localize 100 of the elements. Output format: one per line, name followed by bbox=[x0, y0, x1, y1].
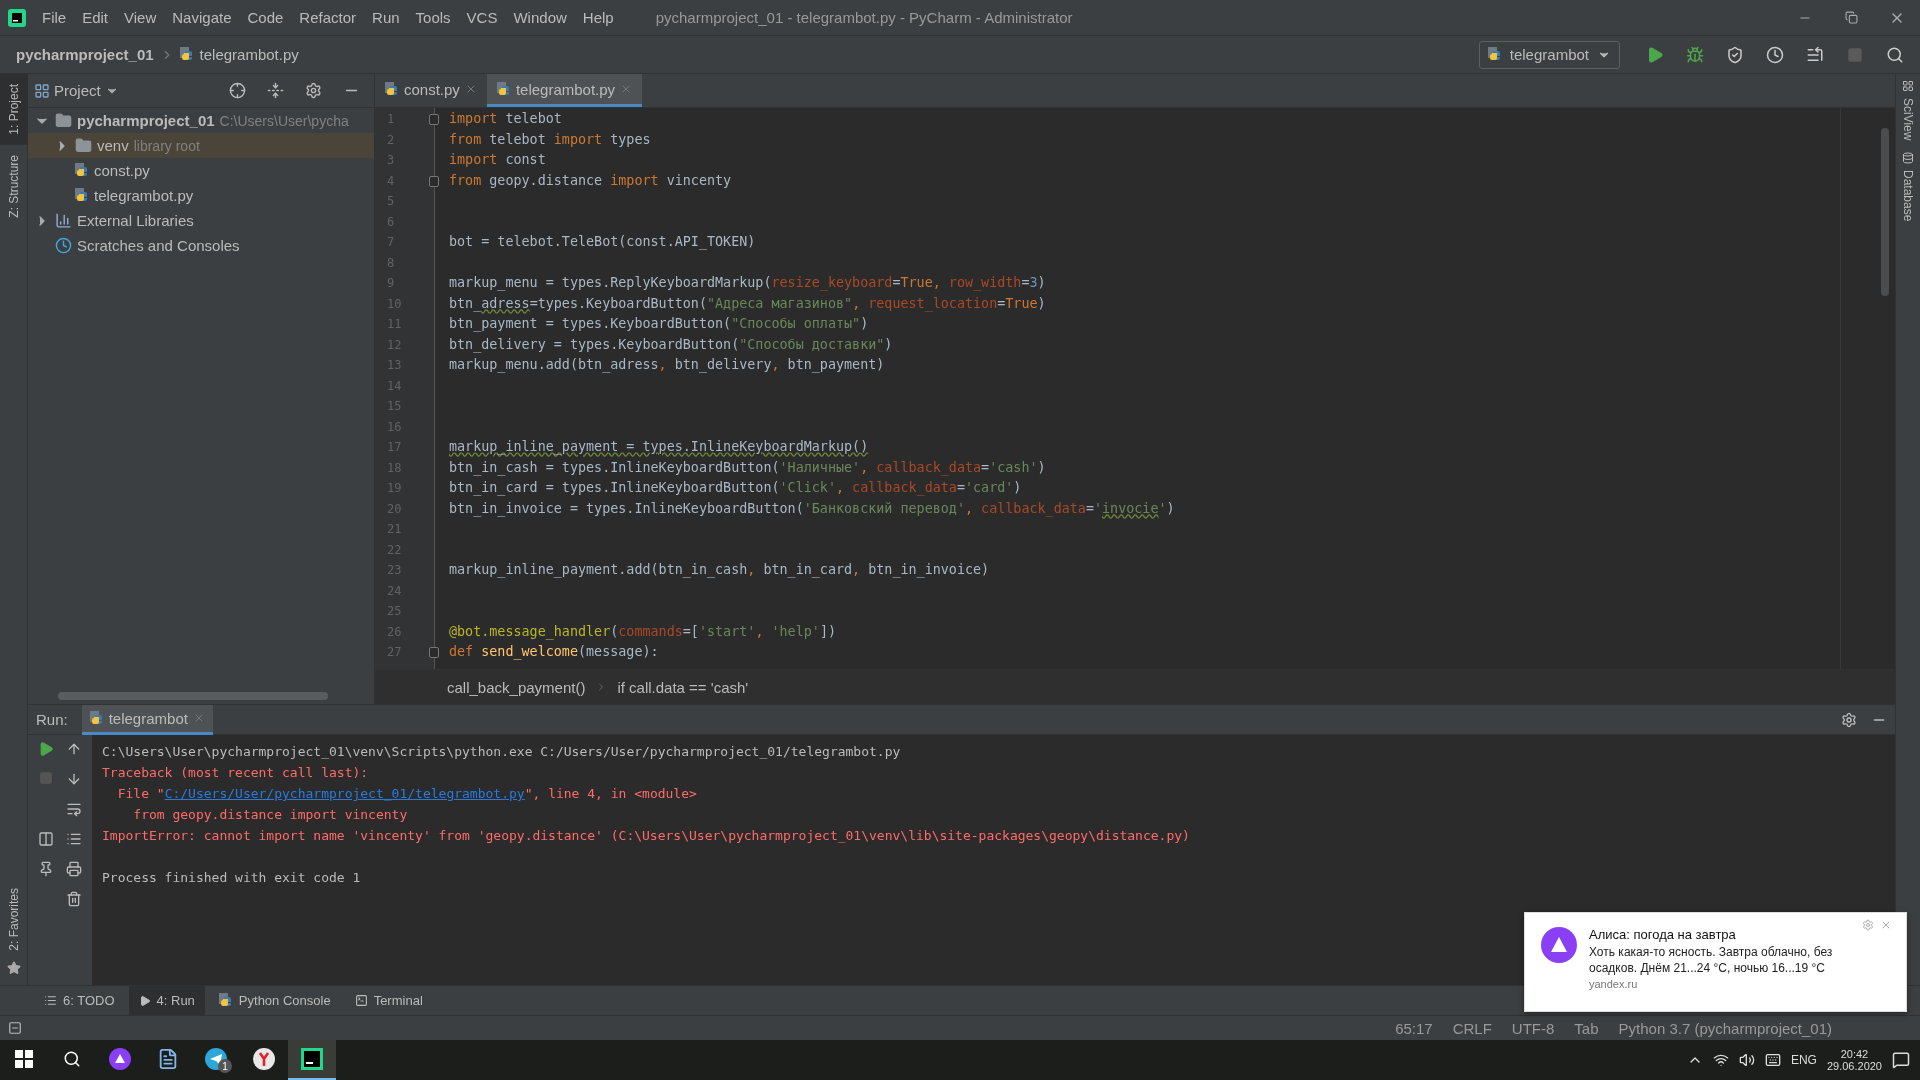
tree-label: const.py bbox=[94, 162, 150, 179]
side-tab[interactable]: Database bbox=[1901, 146, 1915, 228]
code-line: def send_welcome(message): bbox=[435, 642, 1895, 663]
clock[interactable]: 20:42 29.06.2020 bbox=[1826, 1048, 1882, 1072]
code-line: import telebot bbox=[435, 109, 1895, 130]
notepad-icon[interactable] bbox=[157, 1048, 179, 1070]
list-icon bbox=[44, 994, 57, 1007]
tree-label: External Libraries bbox=[77, 212, 194, 229]
tree-label: pycharmproject_01 bbox=[77, 112, 215, 129]
python-file-icon bbox=[179, 47, 194, 62]
keyboard-icon[interactable] bbox=[1764, 1052, 1781, 1068]
code-line: markup_inline_payment.add(btn_in_cash, btn_in_card, btn_in_invoice) bbox=[448, 561, 991, 580]
code-line: @bot.message_handler(commands=['start', 'help']) bbox=[448, 622, 837, 642]
wifi-icon[interactable] bbox=[1712, 1052, 1729, 1068]
status-item[interactable]: Tab bbox=[1574, 1019, 1599, 1037]
tree-item[interactable]: telegrambot.py bbox=[28, 183, 374, 208]
ide-icon[interactable] bbox=[301, 1048, 323, 1070]
notification-title: Алиса: погода на завтра bbox=[1589, 927, 1737, 942]
menu-item[interactable]: View bbox=[116, 9, 165, 26]
code-line: from telebot import types bbox=[448, 130, 652, 149]
breadcrumb-file[interactable]: telegrambot.py bbox=[199, 46, 299, 63]
run-tab[interactable]: telegrambot bbox=[81, 704, 213, 735]
grid-icon bbox=[1902, 80, 1914, 92]
side-tab[interactable]: 2: Favorites bbox=[0, 878, 28, 961]
menu-item[interactable]: Code bbox=[239, 9, 292, 26]
code-line: markup_menu = types.ReplyKeyboardMarkup(resize_keyboard=True, row_width=3) bbox=[448, 274, 1047, 293]
tree-hint: library root bbox=[133, 137, 200, 154]
menu-item[interactable]: VCS bbox=[458, 9, 506, 26]
folder-icon bbox=[55, 112, 72, 129]
tool-tab[interactable]: 4: Run bbox=[128, 985, 205, 1016]
menu-item[interactable]: File bbox=[34, 9, 75, 26]
fold-marker-icon[interactable] bbox=[429, 175, 439, 187]
console-line: ImportError: cannot import name 'vincenty' from 'geopy.distance' (C:\Users\User\pycharmproject_01\venv\lib\site-packages\geopy\distance.py) bbox=[102, 827, 1191, 845]
tree-label: Scratches and Consoles bbox=[77, 237, 240, 254]
tree-label: venv bbox=[97, 137, 129, 154]
code-line: import const bbox=[448, 151, 547, 169]
tree-label: telegrambot.py bbox=[94, 187, 194, 204]
language-indicator[interactable]: ENG bbox=[1790, 1053, 1817, 1067]
code-line: btn_payment = types.KeyboardButton("Способы оплаты") bbox=[448, 315, 870, 334]
panel-icon bbox=[34, 82, 50, 99]
run-configuration-dropdown[interactable]: telegrambot bbox=[1478, 40, 1620, 69]
scrollbar-thumb[interactable] bbox=[1881, 128, 1889, 296]
assistant-icon[interactable] bbox=[109, 1048, 131, 1070]
code-line: btn_delivery = types.KeyboardButton("Способы доставки") bbox=[448, 335, 894, 355]
python-file-icon bbox=[496, 81, 511, 97]
scrollbar-thumb[interactable] bbox=[58, 692, 328, 700]
settings-icon[interactable] bbox=[1841, 711, 1857, 728]
window-title: pycharmproject_01 - telegrambot.py - PyCharm - Administrator bbox=[655, 9, 1074, 26]
terminal-icon bbox=[354, 994, 368, 1007]
tree-hint: C:\Users\User\pycha bbox=[219, 112, 349, 129]
file-link[interactable]: C:/Users/User/pycharmproject_01/telegrambot.py bbox=[164, 786, 525, 801]
side-tab[interactable]: Z: Structure bbox=[0, 144, 28, 228]
tool-tab[interactable]: 6: TODO bbox=[34, 985, 125, 1016]
tree-item[interactable]: venv library root bbox=[28, 133, 374, 158]
menu-item[interactable]: Navigate bbox=[164, 9, 240, 26]
side-tab[interactable]: 1: Project bbox=[0, 74, 28, 145]
status-item[interactable]: 65:17 bbox=[1395, 1019, 1433, 1037]
play-icon bbox=[138, 994, 151, 1007]
tree-item[interactable]: const.py bbox=[28, 158, 374, 183]
menu-item[interactable]: Help bbox=[574, 9, 622, 26]
menu-item[interactable]: Run bbox=[364, 9, 408, 26]
run-label: Run: bbox=[36, 711, 68, 728]
menu-item[interactable]: Refactor bbox=[291, 9, 365, 26]
code-line: btn_in_invoice = types.InlineKeyboardButton('Банковский перевод', callback_data='invocie') bbox=[448, 499, 1176, 519]
code-line: btn_in_cash = types.InlineKeyboardButton('Наличные', callback_data='cash') bbox=[448, 458, 1047, 478]
star-icon[interactable] bbox=[6, 961, 21, 975]
browser-icon[interactable] bbox=[253, 1048, 275, 1070]
python-file-icon bbox=[89, 710, 104, 726]
python-file-icon bbox=[385, 81, 399, 97]
tree-item[interactable]: pycharmproject_01 C:\Users\User\pycha bbox=[28, 108, 374, 133]
menu-item[interactable]: Window bbox=[505, 9, 575, 26]
breadcrumb-item[interactable]: if call.data == 'cash' bbox=[617, 678, 749, 696]
editor-tab[interactable]: const.py bbox=[375, 74, 487, 107]
folder-icon bbox=[75, 137, 92, 154]
breadcrumb-item[interactable]: call_back_payment() bbox=[447, 678, 586, 696]
assistant-icon bbox=[1541, 927, 1577, 963]
console-line: from geopy.distance import vincenty bbox=[132, 806, 409, 824]
status-item[interactable]: Python 3.7 (pycharmproject_01) bbox=[1618, 1019, 1832, 1037]
editor-tab[interactable]: telegrambot.py bbox=[486, 74, 643, 107]
tool-tab[interactable]: Terminal bbox=[344, 985, 433, 1016]
tool-tab[interactable]: Python Console bbox=[208, 985, 341, 1016]
status-item[interactable]: UTF-8 bbox=[1511, 1019, 1555, 1037]
notifications-icon[interactable] bbox=[1892, 1051, 1910, 1069]
panel-title[interactable]: Project bbox=[54, 82, 101, 99]
code-line: markup_menu.add(btn_adress, btn_delivery, btn_payment) bbox=[448, 356, 886, 375]
volume-icon[interactable] bbox=[1738, 1052, 1755, 1068]
side-tab[interactable]: SciView bbox=[1901, 74, 1915, 147]
fold-marker-icon[interactable] bbox=[429, 114, 439, 125]
layout-icon[interactable] bbox=[8, 1021, 22, 1035]
status-item[interactable]: CRLF bbox=[1452, 1019, 1492, 1037]
menu-item[interactable]: Tools bbox=[407, 9, 459, 26]
tree-item[interactable]: Scratches and Consoles bbox=[28, 233, 374, 258]
menu-item[interactable]: Edit bbox=[74, 9, 117, 26]
python-file-icon bbox=[75, 163, 89, 178]
python-file-icon bbox=[75, 188, 89, 203]
code-line: btn_adress=types.KeyboardButton("Адреса магазинов", request_location=True) bbox=[448, 294, 1047, 314]
tree-item[interactable]: External Libraries bbox=[28, 208, 374, 233]
breadcrumb-project[interactable]: pycharmproject_01 bbox=[16, 46, 154, 63]
fold-marker-icon[interactable] bbox=[429, 647, 439, 658]
console-line: File "C:/Users/User/pycharmproject_01/telegrambot.py", line 4, in <module> bbox=[116, 785, 698, 803]
